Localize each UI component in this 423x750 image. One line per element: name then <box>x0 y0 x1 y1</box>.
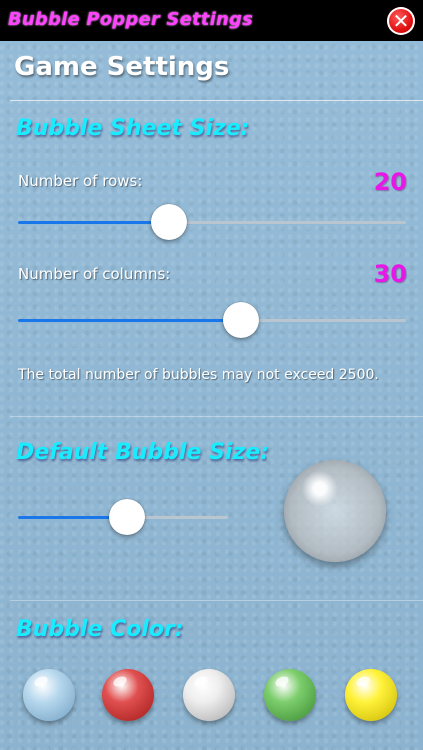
slider-thumb[interactable] <box>222 302 259 338</box>
section-divider <box>10 416 423 417</box>
page-title: Game Settings <box>14 52 230 82</box>
columns-slider[interactable] <box>18 302 406 338</box>
heading-divider <box>10 100 423 101</box>
title-bar: Bubble Popper Settings ✕ <box>0 0 423 41</box>
sheet-size-title: Bubble Sheet Size: <box>16 116 250 141</box>
color-swatch-red[interactable] <box>102 669 154 721</box>
color-swatch-white[interactable] <box>183 669 235 721</box>
slider-thumb[interactable] <box>109 499 146 535</box>
bubble-preview <box>284 460 386 562</box>
bubble-size-title: Default Bubble Size: <box>16 440 269 465</box>
slider-fill <box>18 221 170 224</box>
color-swatch-green[interactable] <box>264 669 316 721</box>
slider-thumb[interactable] <box>151 204 188 240</box>
columns-label: Number of columns: <box>18 265 171 283</box>
bubble-limit-note: The total number of bubbles may not exce… <box>18 367 379 383</box>
rows-label: Number of rows: <box>18 172 143 190</box>
rows-value: 20 <box>373 168 407 196</box>
slider-fill <box>18 319 241 322</box>
window-title: Bubble Popper Settings <box>8 9 253 30</box>
columns-value: 30 <box>373 260 407 288</box>
color-swatch-yellow[interactable] <box>345 669 397 721</box>
bubble-size-slider[interactable] <box>18 499 228 535</box>
close-button[interactable]: ✕ <box>387 7 415 35</box>
close-icon: ✕ <box>392 9 410 33</box>
section-divider <box>10 600 423 601</box>
color-swatch-clear[interactable] <box>23 669 75 721</box>
bubble-color-title: Bubble Color: <box>16 617 184 642</box>
rows-slider[interactable] <box>18 204 406 240</box>
